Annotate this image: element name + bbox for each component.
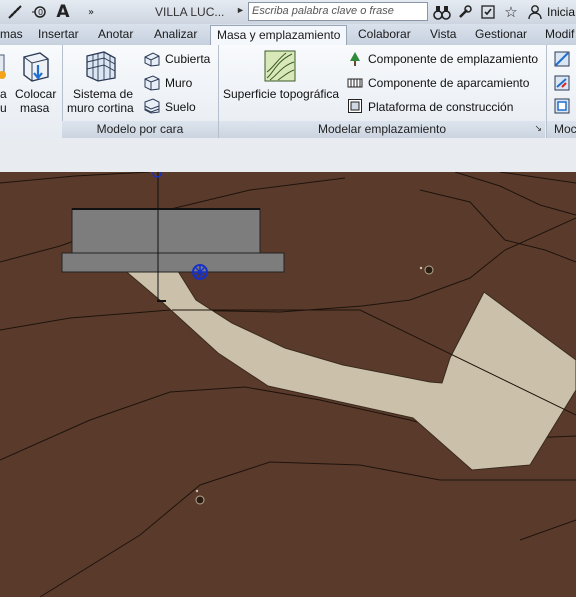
building-pad-button[interactable]: Plataforma de construcción: [368, 100, 513, 114]
merge-surfaces-icon[interactable]: [554, 75, 570, 94]
drawing-canvas[interactable]: [0, 172, 576, 597]
parking-component-icon[interactable]: [347, 75, 363, 94]
tools-icon[interactable]: [456, 3, 474, 21]
expand-icon[interactable]: »: [84, 3, 98, 21]
panel-modelar-emplazamiento: Modelar emplazamiento ↘: [219, 121, 545, 138]
binoculars-icon[interactable]: [433, 3, 451, 21]
ribbon-tab-bar: mas Insertar Anotar Analizar Masa y empl…: [0, 24, 576, 46]
tab-modificar-partial[interactable]: Modif: [545, 27, 574, 41]
parking-component-button[interactable]: Componente de aparcamiento: [368, 76, 529, 90]
tab-masa-partial[interactable]: mas: [0, 27, 23, 41]
tab-vista[interactable]: Vista: [430, 27, 456, 41]
roof-by-face-button[interactable]: Cubierta: [165, 52, 210, 66]
floor-by-face-icon[interactable]: [143, 98, 161, 117]
toposurface-button[interactable]: Superficie topográfica: [223, 87, 339, 101]
settings-icon[interactable]: [479, 3, 497, 21]
mass-in-place-label-2: u: [0, 101, 7, 115]
curtain-system-label-2: muro cortina: [67, 101, 134, 115]
panel-modelo-por-cara: Modelo por cara: [62, 121, 218, 138]
svg-text:0: 0: [38, 8, 43, 17]
place-mass-icon[interactable]: [20, 49, 52, 86]
place-mass-label-1: Colocar: [15, 87, 57, 101]
wall-by-face-button[interactable]: Muro: [165, 76, 192, 90]
tab-insertar[interactable]: Insertar: [38, 27, 79, 41]
tab-anotar[interactable]: Anotar: [98, 27, 133, 41]
text-icon[interactable]: A: [54, 2, 72, 22]
tab-gestionar[interactable]: Gestionar: [475, 27, 527, 41]
tab-masa-y-emplazamiento[interactable]: Masa y emplazamiento: [210, 25, 348, 45]
tab-colaborar[interactable]: Colaborar: [358, 27, 411, 41]
title-bar: 0 A » VILLA LUC... ► Escriba palabra cla…: [0, 0, 576, 25]
toposurface-icon[interactable]: [264, 50, 296, 85]
document-title: VILLA LUC...: [155, 5, 225, 19]
roof-by-face-icon[interactable]: [143, 51, 161, 70]
panel-modificar-partial: Moc: [547, 121, 576, 138]
project-base-point-icon[interactable]: [192, 264, 208, 280]
building-pad-icon[interactable]: [347, 98, 363, 117]
tab-analizar[interactable]: Analizar: [154, 27, 197, 41]
mass-in-place-label-1: a: [0, 87, 7, 101]
subregion-icon[interactable]: [554, 98, 570, 117]
split-surface-icon[interactable]: [554, 51, 570, 70]
panel-dialog-launcher-icon[interactable]: ↘: [534, 120, 542, 137]
measure-icon[interactable]: [6, 3, 24, 21]
building-mass[interactable]: [71, 208, 261, 254]
mass-in-place-icon[interactable]: [0, 51, 10, 84]
floor-by-face-button[interactable]: Suelo: [165, 100, 196, 114]
user-icon[interactable]: [526, 3, 544, 21]
curtain-system-label-1: Sistema de: [73, 87, 134, 101]
curtain-system-icon[interactable]: [84, 50, 118, 85]
panel-modelar-emplazamiento-label: Modelar emplazamiento: [317, 122, 447, 136]
search-expand-arrow-icon[interactable]: ►: [236, 5, 245, 15]
ribbon: a u Colocar masa Sistema de muro cortina…: [0, 45, 576, 139]
star-icon[interactable]: ☆: [502, 3, 520, 21]
search-input[interactable]: Escriba palabra clave o frase: [248, 2, 428, 21]
sign-in-label[interactable]: Inicia: [547, 5, 575, 19]
options-bar: [0, 138, 576, 173]
site-component-tree-icon[interactable]: [347, 51, 363, 70]
wall-by-face-icon[interactable]: [143, 75, 161, 94]
tag-icon[interactable]: 0: [30, 3, 48, 21]
place-mass-label-2: masa: [20, 101, 50, 115]
building-base[interactable]: [61, 252, 285, 273]
site-component-button[interactable]: Componente de emplazamiento: [368, 52, 538, 66]
